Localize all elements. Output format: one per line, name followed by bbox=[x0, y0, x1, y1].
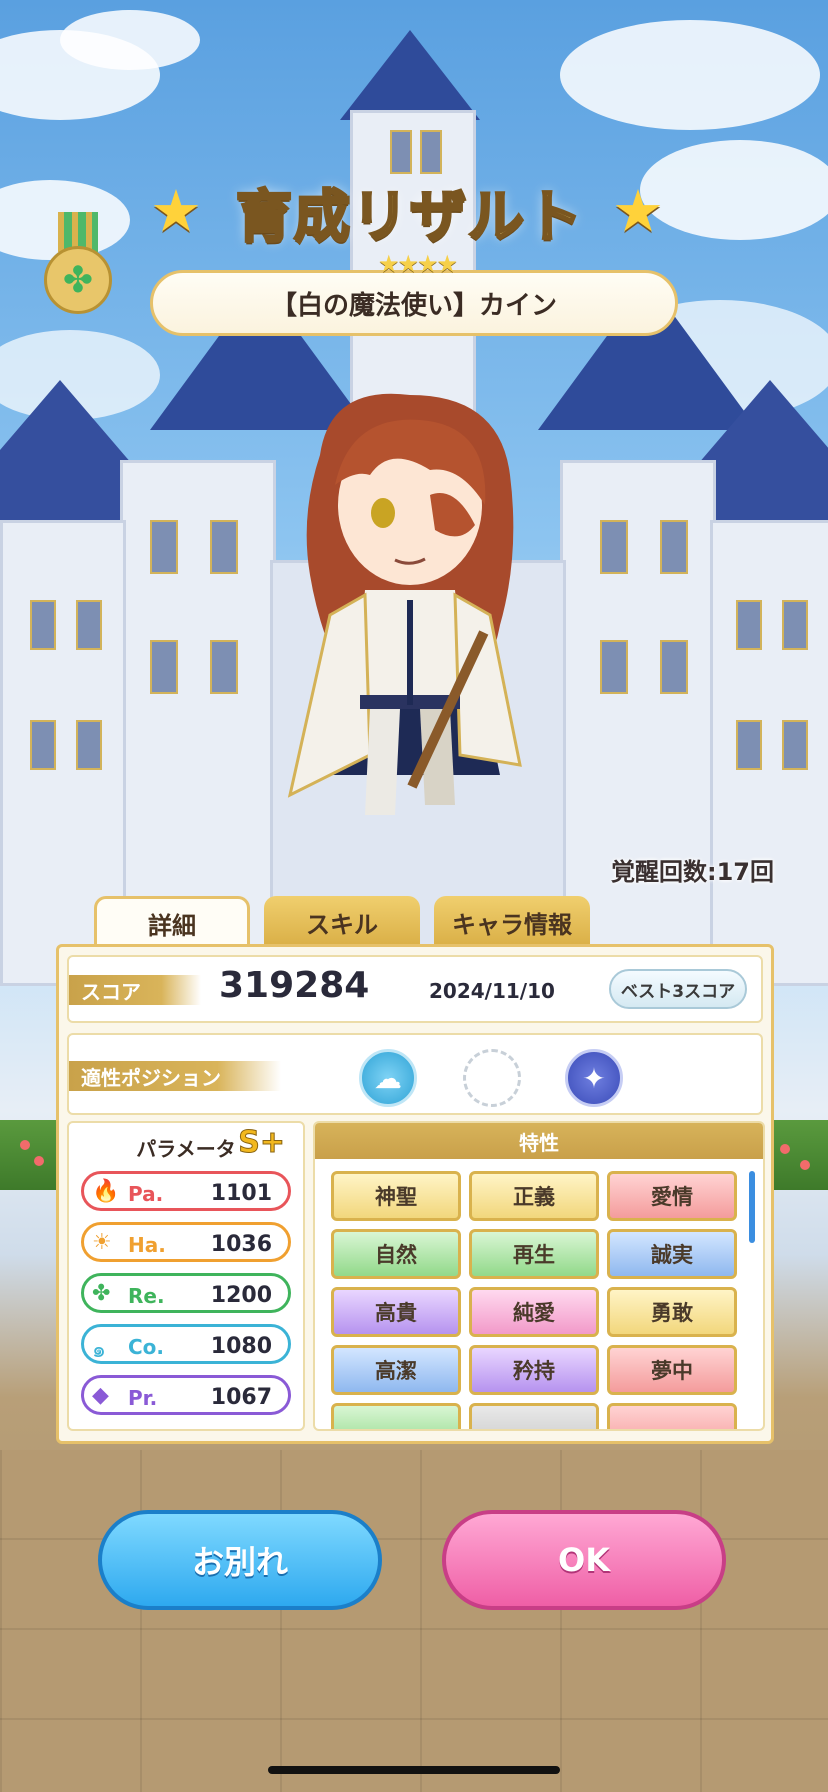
position-row: 適性ポジション ☁ ✦ bbox=[67, 1033, 763, 1115]
trait-item: 高潔 bbox=[331, 1345, 461, 1395]
rarity-stars: ★★★★ bbox=[377, 250, 458, 278]
clover-icon: ✤ bbox=[92, 1281, 111, 1306]
param-re: ✤ Re. 1200 bbox=[81, 1273, 291, 1313]
param-value: 1036 bbox=[210, 1232, 272, 1257]
score-label: スコア bbox=[69, 975, 201, 1005]
trait-item: 高貴 bbox=[331, 1287, 461, 1337]
parameter-box: パラメータ S+ 🔥 Pa. 1101 ☀ Ha. 1036 ✤ Re. 120… bbox=[67, 1121, 305, 1431]
traits-title: 特性 bbox=[315, 1123, 763, 1159]
star-right-icon: ★ bbox=[612, 177, 664, 245]
farewell-button[interactable]: お別れ bbox=[98, 1510, 382, 1610]
ok-button[interactable]: OK bbox=[442, 1510, 726, 1610]
stone-pavement bbox=[0, 1450, 828, 1792]
score-row: スコア 319284 2024/11/10 ベスト3スコア bbox=[67, 955, 763, 1023]
param-value: 1067 bbox=[210, 1385, 272, 1410]
trait-item: 誠実 bbox=[607, 1229, 737, 1279]
position-label: 適性ポジション bbox=[69, 1061, 281, 1091]
param-name: Ha. bbox=[128, 1233, 166, 1257]
trait-item: 自然 bbox=[331, 1229, 461, 1279]
flame-icon: 🔥 bbox=[92, 1179, 120, 1204]
trait-item: 神聖 bbox=[331, 1171, 461, 1221]
trait-item: 夢中 bbox=[607, 1345, 737, 1395]
tab-details-label: 詳細 bbox=[148, 912, 196, 940]
result-title: 育成リザルト bbox=[235, 184, 584, 252]
medal-icon: ✤ bbox=[44, 212, 112, 320]
param-name: Re. bbox=[128, 1284, 165, 1308]
best-3-score-button[interactable]: ベスト3スコア bbox=[609, 969, 747, 1009]
details-panel: スコア 319284 2024/11/10 ベスト3スコア 適性ポジション ☁ … bbox=[56, 944, 774, 1444]
tab-skills[interactable]: スキル bbox=[264, 896, 420, 948]
empty-position-slot bbox=[463, 1049, 521, 1107]
tab-details[interactable]: 詳細 bbox=[94, 896, 250, 948]
tab-skills-label: スキル bbox=[306, 910, 378, 939]
trait-item-partial bbox=[607, 1403, 737, 1429]
traits-scrollbar[interactable] bbox=[749, 1171, 755, 1243]
awakening-count: 覚醒回数:17回 bbox=[611, 858, 774, 886]
clover-icon: ✤ bbox=[62, 259, 94, 301]
trait-item: 愛情 bbox=[607, 1171, 737, 1221]
character-name: 【白の魔法使い】カイン bbox=[270, 290, 557, 321]
trait-item: 純愛 bbox=[469, 1287, 599, 1337]
trait-item-partial bbox=[331, 1403, 461, 1429]
rank-badge: S+ bbox=[238, 1125, 286, 1161]
character-name-bar: 【白の魔法使い】カイン bbox=[150, 270, 678, 336]
trait-item: 勇敢 bbox=[607, 1287, 737, 1337]
cloud-icon: ☁ bbox=[359, 1049, 417, 1107]
trait-item: 再生 bbox=[469, 1229, 599, 1279]
ok-button-label: OK bbox=[558, 1541, 610, 1579]
swirl-icon: ๑ bbox=[92, 1338, 106, 1363]
param-value: 1200 bbox=[210, 1283, 272, 1308]
param-ha: ☀ Ha. 1036 bbox=[81, 1222, 291, 1262]
param-name: Pr. bbox=[128, 1386, 158, 1410]
trait-item: 正義 bbox=[469, 1171, 599, 1221]
param-pa: 🔥 Pa. 1101 bbox=[81, 1171, 291, 1211]
param-value: 1080 bbox=[210, 1334, 272, 1359]
score-value: 319284 bbox=[219, 965, 370, 1006]
param-pr: ◆ Pr. 1067 bbox=[81, 1375, 291, 1415]
tab-character-info-label: キャラ情報 bbox=[452, 910, 572, 939]
score-date: 2024/11/10 bbox=[429, 979, 555, 1003]
param-co: ๑ Co. 1080 bbox=[81, 1324, 291, 1364]
character-illustration bbox=[287, 393, 522, 815]
param-name: Pa. bbox=[128, 1182, 164, 1206]
param-name: Co. bbox=[128, 1335, 165, 1359]
tab-character-info[interactable]: キャラ情報 bbox=[434, 896, 590, 948]
trait-item: 矜持 bbox=[469, 1345, 599, 1395]
home-indicator[interactable] bbox=[268, 1766, 560, 1774]
rocket-icon: ✦ bbox=[565, 1049, 623, 1107]
trait-item-partial bbox=[469, 1403, 599, 1429]
diamond-icon: ◆ bbox=[92, 1383, 109, 1408]
farewell-button-label: お別れ bbox=[191, 1543, 288, 1581]
param-value: 1101 bbox=[210, 1181, 272, 1206]
sun-icon: ☀ bbox=[92, 1230, 112, 1255]
star-left-icon: ★ bbox=[150, 177, 202, 245]
traits-box[interactable]: 特性 神聖 正義 愛情 自然 再生 誠実 高貴 純愛 勇敢 高潔 矜持 夢中 bbox=[313, 1121, 765, 1431]
